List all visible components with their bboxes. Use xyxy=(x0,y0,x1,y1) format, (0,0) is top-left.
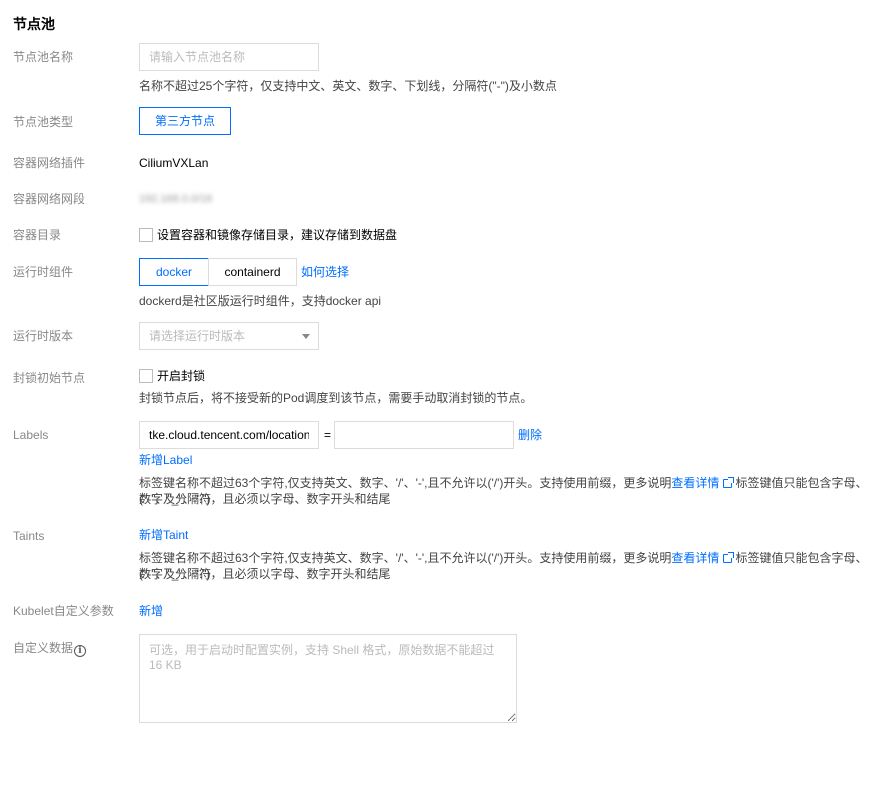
taints-help-line2: ("-"、"_"、".")，且必须以字母、数字开头和结尾 xyxy=(139,567,391,581)
runtime-docker-button[interactable]: docker xyxy=(139,258,209,286)
label-value-input[interactable] xyxy=(334,421,514,449)
container-dir-label: 容器目录 xyxy=(13,228,62,242)
network-cidr-value: 192.168.0.0/16 xyxy=(139,193,213,205)
cordon-help: 封锁节点后，将不接受新的Pod调度到该节点，需要手动取消封锁的节点。 xyxy=(139,391,533,405)
labels-label: Labels xyxy=(13,428,49,442)
runtime-version-label: 运行时版本 xyxy=(13,329,74,343)
kubelet-add-link[interactable]: 新增 xyxy=(139,603,163,619)
chevron-down-icon xyxy=(302,334,310,339)
custom-data-label: 自定义数据 i xyxy=(13,640,87,657)
runtime-version-placeholder: 请选择运行时版本 xyxy=(149,329,246,343)
external-link-icon xyxy=(723,477,735,488)
info-circle-icon[interactable]: i xyxy=(74,645,87,657)
pool-name-input[interactable] xyxy=(139,43,319,71)
label-delete-link[interactable]: 删除 xyxy=(518,427,542,443)
cordon-checkbox[interactable] xyxy=(139,369,153,383)
runtime-how-to-choose-link[interactable]: 如何选择 xyxy=(301,264,349,280)
add-taint-link[interactable]: 新增Taint xyxy=(139,527,188,543)
custom-data-textarea[interactable] xyxy=(139,634,517,723)
taints-label: Taints xyxy=(13,529,45,543)
network-cidr-label: 容器网络网段 xyxy=(13,192,86,206)
custom-data-label-text: 自定义数据 xyxy=(13,641,74,655)
label-key-input[interactable] xyxy=(139,421,319,449)
pool-type-third-party-button[interactable]: 第三方节点 xyxy=(139,107,231,135)
labels-help-text-1: 标签键名称不超过63个字符,仅支持英文、数字、'/'、'-',且不允许以('/'… xyxy=(139,476,672,490)
kubelet-label: Kubelet自定义参数 xyxy=(13,604,114,618)
cordon-checkbox-label[interactable]: 开启封锁 xyxy=(157,368,205,384)
network-plugin-value: CiliumVXLan xyxy=(139,156,209,170)
network-plugin-label: 容器网络插件 xyxy=(13,156,86,170)
cordon-label: 封锁初始节点 xyxy=(13,371,86,385)
pool-type-label: 节点池类型 xyxy=(13,115,74,129)
runtime-version-select[interactable]: 请选择运行时版本 xyxy=(139,322,319,350)
external-link-icon xyxy=(723,552,735,563)
runtime-help: dockerd是社区版运行时组件，支持docker api xyxy=(139,294,382,308)
label-equals-sign: = xyxy=(324,428,332,442)
runtime-containerd-button[interactable]: containerd xyxy=(208,258,297,286)
labels-detail-link[interactable]: 查看详情 xyxy=(671,476,719,490)
pool-name-help: 名称不超过25个字符，仅支持中文、英文、数字、下划线，分隔符("-")及小数点 xyxy=(139,79,557,93)
container-dir-checkbox-label[interactable]: 设置容器和镜像存储目录，建议存储到数据盘 xyxy=(157,227,397,243)
taints-detail-link[interactable]: 查看详情 xyxy=(671,551,719,565)
taints-help-text-1: 标签键名称不超过63个字符,仅支持英文、数字、'/'、'-',且不允许以('/'… xyxy=(139,551,672,565)
labels-help-line2: ("-"、"_"、".")，且必须以字母、数字开头和结尾 xyxy=(139,492,391,506)
pool-name-label: 节点池名称 xyxy=(13,50,74,64)
add-label-link[interactable]: 新增Label xyxy=(139,452,192,468)
section-title: 节点池 xyxy=(13,16,55,32)
runtime-label: 运行时组件 xyxy=(13,265,74,279)
container-dir-checkbox[interactable] xyxy=(139,228,153,242)
